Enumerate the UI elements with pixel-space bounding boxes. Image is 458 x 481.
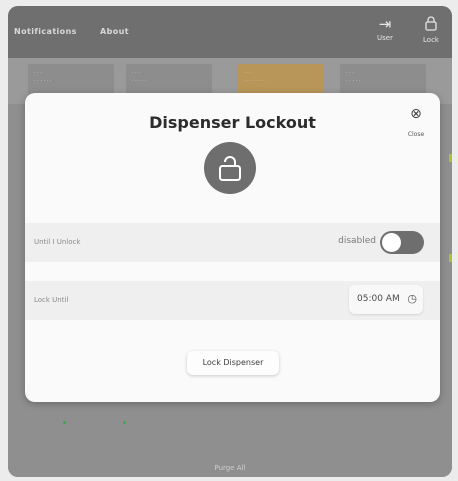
dispenser-lockout-dialog: Dispenser Lockout ⊗ Close Until I Unlock… (25, 93, 440, 402)
toggle-knob (382, 233, 401, 252)
status-mark (449, 154, 452, 162)
until-unlock-row: Until I Unlock disabled (25, 223, 440, 262)
lock-until-label: Lock Until (34, 296, 69, 304)
purge-all-label[interactable]: Purge All (8, 464, 452, 472)
status-dot (123, 421, 126, 424)
nav-notifications[interactable]: Notifications (14, 27, 77, 36)
until-unlock-label: Until I Unlock (34, 238, 81, 246)
lock-button-label: Lock (423, 36, 439, 44)
lock-dispenser-button[interactable]: Lock Dispenser (187, 351, 279, 375)
close-circle-icon: ⊗ (410, 106, 422, 122)
lock-button[interactable]: Lock (416, 16, 446, 44)
top-bar: Notifications About ⇥ User Lock (8, 6, 452, 58)
lock-status-indicator (204, 142, 256, 194)
close-button[interactable]: ⊗ Close (403, 107, 429, 140)
status-mark (449, 254, 452, 262)
unlocked-padlock-icon (219, 156, 241, 181)
dialog-title: Dispenser Lockout (149, 113, 316, 132)
until-unlock-toggle[interactable] (380, 231, 424, 254)
close-label: Close (407, 131, 425, 138)
lock-until-row: Lock Until 05:00 AM ◷ (25, 281, 440, 320)
user-button-label: User (377, 34, 393, 42)
user-button[interactable]: ⇥ User (370, 16, 400, 42)
lock-until-time-picker[interactable]: 05:00 AM ◷ (349, 285, 423, 314)
nav-about[interactable]: About (100, 27, 129, 36)
user-login-icon: ⇥ (378, 15, 392, 33)
clock-icon: ◷ (407, 292, 417, 305)
toggle-status-text: disabled (338, 236, 376, 246)
time-value: 05:00 AM (357, 294, 400, 304)
lock-icon (416, 16, 446, 34)
status-dot (63, 421, 66, 424)
